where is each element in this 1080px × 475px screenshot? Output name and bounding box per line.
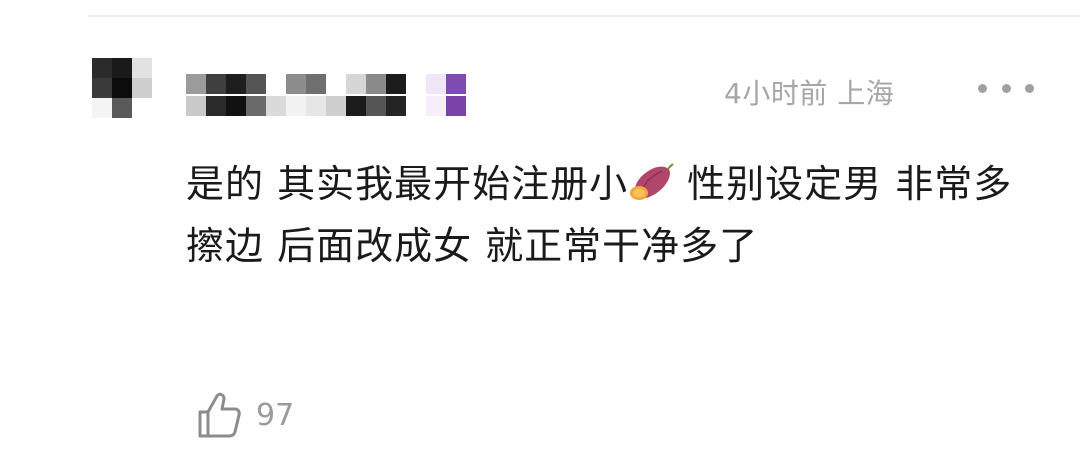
- mosaic-block: [426, 74, 446, 94]
- comment-text-part1: 是的 其实我最开始注册小: [186, 162, 629, 206]
- thumbs-up-icon: [198, 392, 241, 438]
- mosaic-block: [112, 98, 132, 118]
- mosaic-block: [306, 74, 326, 94]
- comment-location: 上海: [837, 77, 895, 110]
- username-mosaic[interactable]: [186, 74, 516, 118]
- mosaic-block: [92, 58, 112, 78]
- mosaic-block: [186, 74, 206, 94]
- sweet-potato-icon: [630, 163, 674, 200]
- mosaic-block: [466, 74, 486, 94]
- more-options-icon[interactable]: [978, 68, 1034, 108]
- mosaic-block: [366, 96, 386, 116]
- mosaic-block: [346, 74, 366, 94]
- mosaic-block: [346, 96, 366, 116]
- mosaic-block: [486, 74, 506, 94]
- mosaic-block: [406, 96, 426, 116]
- more-dot: [1025, 83, 1034, 93]
- mosaic-block: [226, 74, 246, 94]
- more-dot: [978, 83, 987, 93]
- avatar[interactable]: [92, 58, 152, 118]
- comment-text: 是的 其实我最开始注册小 性别设定男 非常多擦边 后面改成女 就正常干净多了: [186, 153, 1026, 277]
- mosaic-block: [266, 74, 286, 94]
- mosaic-block: [112, 58, 132, 78]
- mosaic-block: [486, 96, 506, 116]
- like-button[interactable]: 97: [194, 390, 294, 440]
- comment-item: 4小时前 上海 是的 其实我最开始注册小 性别设定男 非常多擦边 后面改成女 就…: [0, 0, 1080, 475]
- mosaic-block: [446, 74, 466, 94]
- like-count: 97: [256, 397, 295, 433]
- mosaic-block: [266, 96, 286, 116]
- mosaic-block: [226, 96, 246, 116]
- mosaic-block: [446, 96, 466, 116]
- mosaic-block: [206, 74, 226, 94]
- mosaic-block: [286, 96, 306, 116]
- mosaic-block: [246, 96, 266, 116]
- mosaic-block: [386, 74, 406, 94]
- mosaic-block: [92, 78, 112, 98]
- mosaic-block: [306, 96, 326, 116]
- comment-time: 4小时前: [724, 77, 828, 110]
- mosaic-block: [286, 74, 306, 94]
- mosaic-block: [326, 74, 346, 94]
- mosaic-block: [386, 96, 406, 116]
- mosaic-block: [466, 96, 486, 116]
- mosaic-block: [426, 96, 446, 116]
- mosaic-block: [246, 74, 266, 94]
- mosaic-block: [92, 98, 112, 118]
- comment-meta: 4小时前 上海: [724, 72, 894, 112]
- mosaic-block: [406, 74, 426, 94]
- mosaic-block: [112, 78, 132, 98]
- mosaic-block: [326, 96, 346, 116]
- mosaic-block: [132, 58, 152, 78]
- mosaic-block: [132, 98, 152, 118]
- mosaic-block: [366, 74, 386, 94]
- mosaic-block: [186, 96, 206, 116]
- more-dot: [1001, 83, 1011, 93]
- mosaic-block: [206, 96, 226, 116]
- mosaic-block: [132, 78, 152, 98]
